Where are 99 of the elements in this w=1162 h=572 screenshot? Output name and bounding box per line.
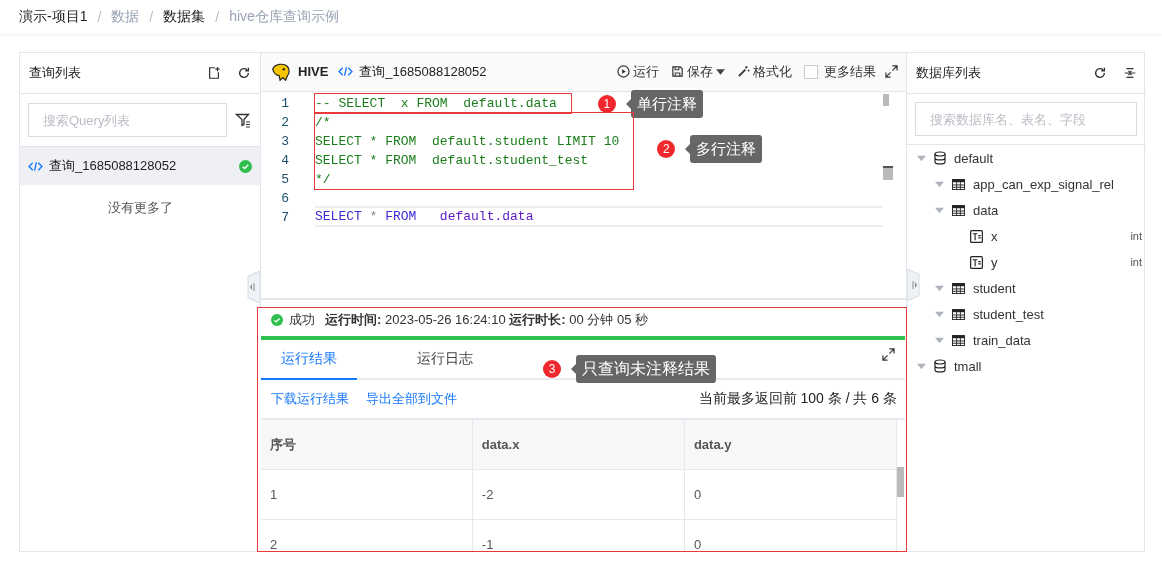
format-button[interactable]: 格式化	[734, 62, 795, 81]
column-icon	[970, 255, 983, 269]
search-field[interactable]: 搜索数据库名、表名、字段	[915, 102, 1137, 136]
table-icon	[952, 334, 965, 346]
success-icon	[271, 313, 283, 326]
panel-title: 查询列表	[29, 64, 82, 82]
tab[interactable]: 运行结果	[261, 340, 357, 380]
tree-item[interactable]: train_data	[973, 332, 1031, 348]
link[interactable]: 下载运行结果	[271, 390, 349, 408]
tree-item[interactable]: student	[973, 280, 1016, 296]
caret-icon[interactable]	[935, 283, 944, 293]
line-number: 7	[280, 208, 289, 227]
refresh-icon[interactable]	[1093, 66, 1107, 80]
breadcrumb-separator: /	[149, 9, 154, 25]
code-line: SELECT * FROM default.student LIMIT 10	[315, 133, 620, 149]
code-line: SELECT * FROM default.student_test	[315, 152, 589, 168]
number-badge: 1	[597, 94, 616, 113]
collapse-handle[interactable]	[246, 271, 260, 303]
tree-item[interactable]: tmall	[954, 358, 982, 374]
caret-icon	[716, 68, 725, 75]
breadcrumb-item[interactable]: 演示-项目1	[19, 8, 88, 26]
scrollbar-thumb[interactable]	[883, 93, 889, 106]
floppy-disk-icon	[671, 65, 684, 79]
code-line: */	[315, 171, 331, 187]
type-label: int	[1130, 230, 1142, 242]
result-count-text: 当前最多返回前 100 条 / 共 6 条	[698, 390, 897, 408]
number-badge: 2	[657, 139, 676, 158]
annotation-tooltip: 单行注释	[625, 89, 703, 118]
scrollbar-thumb[interactable]	[883, 165, 893, 180]
line-number: 6	[280, 189, 289, 208]
breadcrumb-separator: /	[97, 9, 102, 25]
code-line: -- SELECT x FROM default.data	[315, 95, 557, 111]
caret-icon[interactable]	[935, 179, 944, 189]
annotation-tooltip: 多行注释	[685, 134, 763, 163]
engine-label: HIVE	[298, 64, 329, 80]
column-header: data.y	[684, 420, 897, 470]
caret-icon[interactable]	[935, 309, 944, 319]
tree-item[interactable]: default	[954, 150, 994, 166]
table-icon	[952, 204, 965, 216]
line-number: 3	[280, 132, 289, 151]
breadcrumb-separator: /	[215, 9, 220, 25]
expand-icon[interactable]	[882, 347, 895, 361]
link[interactable]: 导出全部到文件	[366, 390, 457, 408]
line-number: 2	[280, 113, 289, 132]
table-cell: -1	[472, 519, 685, 551]
code-line: /*	[315, 114, 331, 130]
tree-item[interactable]: y	[991, 254, 998, 270]
breadcrumb-item[interactable]: 数据集	[163, 8, 206, 26]
code-icon	[338, 66, 354, 78]
run-button[interactable]: 运行	[614, 62, 662, 81]
caret-icon[interactable]	[935, 205, 944, 215]
table-cell: 0	[684, 469, 897, 520]
tree-item[interactable]: student_test	[973, 306, 1044, 322]
table-icon	[952, 178, 965, 190]
filter-icon[interactable]	[235, 112, 251, 128]
table-cell: 0	[684, 519, 897, 551]
column-icon	[970, 229, 983, 243]
panel-title: 数据库列表	[916, 64, 982, 82]
database-icon	[934, 151, 946, 165]
caret-icon[interactable]	[935, 335, 944, 345]
code-line: SELECT * FROM default.data	[315, 208, 534, 224]
code-editor[interactable]: 1 -- SELECT x FROM default.data 1 单行注释 2 3 4 5 /* SELECT * FROM default.student LIMIT 10 SELECT * FROM default.student_test */ 2 多行注释 6 7 SELECT * FROM default.data	[261, 91, 906, 300]
play-icon	[617, 65, 630, 79]
refresh-icon[interactable]	[237, 66, 251, 80]
annotation-tooltip: 只查询未注释结果	[571, 355, 716, 383]
query-list-item[interactable]: 查询_1685088128052	[20, 147, 260, 185]
line-number: 1	[280, 94, 289, 113]
database-icon	[934, 359, 946, 373]
caret-icon[interactable]	[917, 153, 926, 163]
collapse-all-icon[interactable]	[1123, 66, 1137, 80]
type-label: int	[1130, 256, 1142, 268]
tree-item[interactable]: app_can_exp_signal_rel	[973, 176, 1114, 192]
table-cell: 2	[261, 519, 473, 551]
line-number: 4	[280, 151, 289, 170]
status-text: 成功	[289, 310, 315, 329]
code-icon	[28, 160, 43, 172]
caret-icon[interactable]	[917, 361, 926, 371]
table-cell: -2	[472, 469, 685, 520]
expand-icon[interactable]	[885, 65, 898, 79]
table-icon	[952, 282, 965, 294]
table-cell: 1	[261, 469, 473, 520]
more-results-checkbox[interactable]: 更多结果	[801, 62, 879, 81]
end-of-list-text: 没有更多了	[106, 199, 174, 217]
run-info-text: 运行时间: 2023-05-26 16:24:10 运行时长: 00 分钟 05 秒	[325, 310, 648, 329]
table-icon	[952, 308, 965, 320]
search-field[interactable]: 搜索Query列表	[28, 103, 227, 137]
scrollbar-thumb[interactable]	[897, 467, 904, 497]
new-file-icon[interactable]	[207, 66, 221, 80]
number-badge: 3	[543, 360, 561, 378]
query-title: 查询_1685088128052	[359, 62, 487, 81]
column-header: 序号	[261, 420, 473, 470]
line-number: 5	[280, 170, 289, 189]
magic-wand-icon	[737, 65, 750, 79]
column-header: data.x	[472, 420, 685, 470]
expand-handle[interactable]	[907, 269, 921, 301]
tree-item[interactable]: x	[991, 228, 998, 244]
save-button[interactable]: 保存	[668, 62, 728, 81]
tree-item[interactable]: data	[973, 202, 999, 218]
tab[interactable]: 运行日志	[397, 340, 493, 380]
